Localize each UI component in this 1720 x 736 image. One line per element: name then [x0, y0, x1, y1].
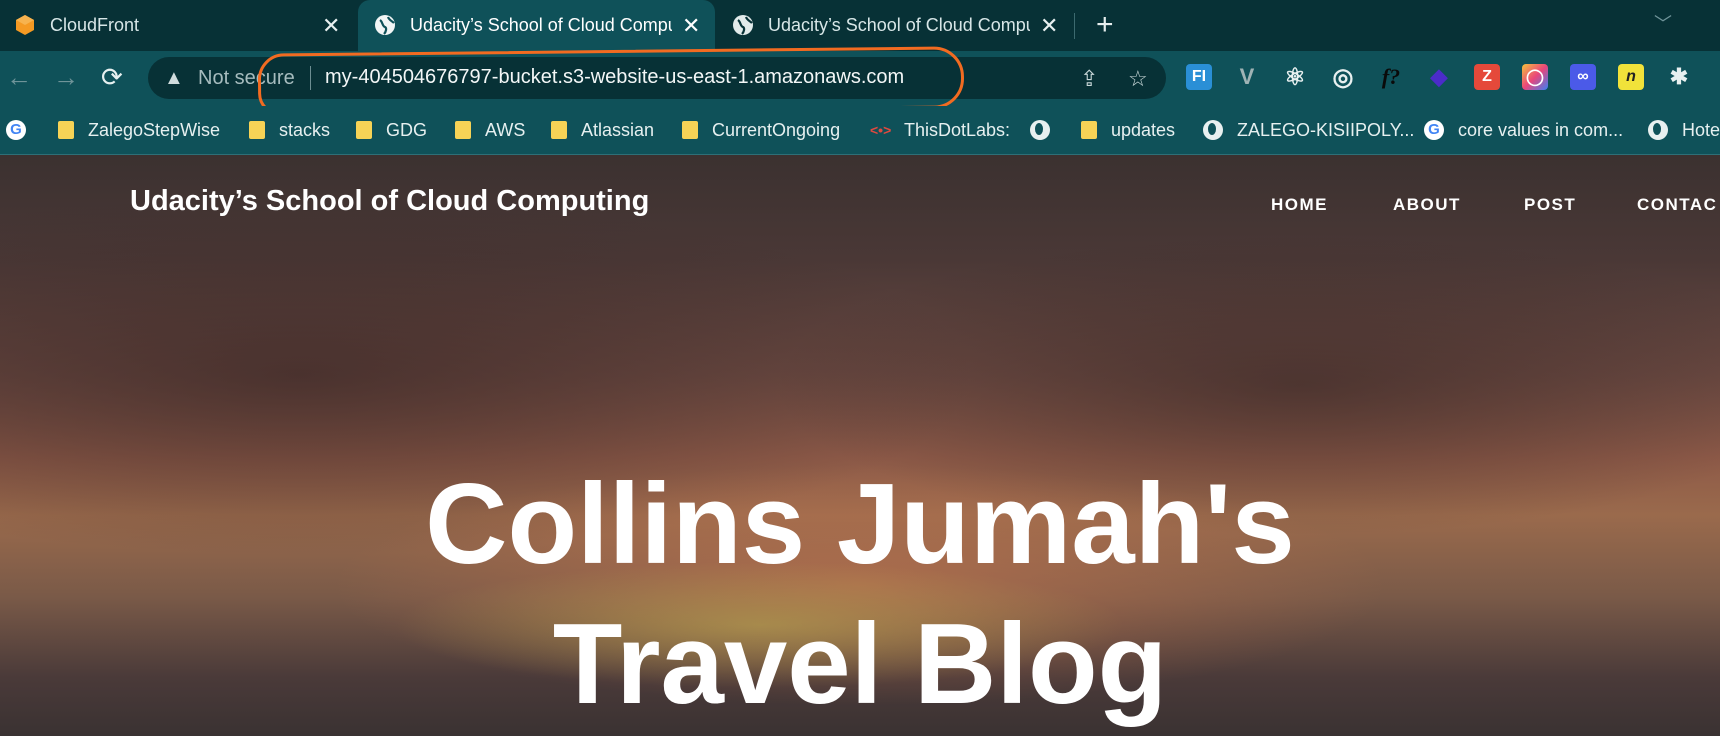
vue-icon[interactable]: V [1234, 64, 1260, 90]
globe-icon [374, 14, 396, 36]
forward-icon[interactable]: → [53, 63, 79, 91]
nav-about[interactable]: ABOUT [1393, 195, 1461, 215]
globe-icon [1203, 120, 1223, 140]
bookmark-label: ZalegoStepWise [88, 119, 221, 140]
aws-cloudfront-icon [14, 14, 36, 36]
tab-separator [1074, 13, 1075, 39]
folder-icon [356, 121, 372, 139]
bookmark-link[interactable]: Hote [1648, 106, 1720, 154]
tab-title: Udacity’s School of Cloud Computing [410, 15, 672, 35]
hero-title-line-2: Travel Blog [552, 601, 1168, 728]
bookmark-folder[interactable]: stacks [249, 106, 330, 154]
folder-icon [1081, 121, 1097, 139]
tab-udacity-active[interactable]: Udacity’s School of Cloud Computing ✕ [358, 0, 715, 51]
bookmark-label: Hote [1682, 119, 1720, 140]
site-brand[interactable]: Udacity’s School of Cloud Computing [130, 185, 649, 218]
hero-title-line-1: Collins Jumah's [425, 461, 1295, 588]
bookmark-label: ThisDotLabs: [904, 119, 1011, 140]
bookmark-label: ZALEGO-KISIIPOLY... [1237, 119, 1415, 140]
globe-icon [1030, 120, 1050, 140]
tab-title: CloudFront [50, 15, 140, 35]
bookmark-star-icon[interactable]: ☆ [1128, 66, 1148, 92]
stack-icon[interactable]: ◆ [1426, 64, 1452, 90]
fi-icon[interactable]: FI [1186, 64, 1212, 90]
tab-title: Udacity’s School of Cloud Computing [768, 15, 1030, 35]
bookmark-label: updates [1111, 119, 1176, 140]
bookmark-folder[interactable]: GDG [356, 106, 427, 154]
chevron-down-icon[interactable]: ﹀ [1654, 10, 1672, 36]
tab-udacity[interactable]: Udacity’s School of Cloud Computing ✕ [718, 0, 1070, 51]
reload-icon[interactable]: ⟳ [101, 63, 123, 91]
google-icon: G [1424, 120, 1444, 140]
globe-icon [1648, 120, 1668, 140]
n-icon[interactable]: n [1618, 64, 1644, 90]
bookmark-link[interactable]: <•> ThisDotLabs: [870, 106, 1010, 154]
back-icon[interactable]: ← [6, 63, 32, 91]
folder-icon [551, 121, 567, 139]
bookmark-label: AWS [485, 119, 526, 140]
bookmark-label: GDG [386, 119, 428, 140]
bookmark-link[interactable] [1030, 106, 1064, 154]
nav-post[interactable]: POST [1524, 195, 1576, 215]
close-icon[interactable]: ✕ [322, 13, 340, 39]
nav-contact[interactable]: CONTAC [1637, 195, 1717, 215]
link-icon[interactable]: ∞ [1570, 64, 1596, 90]
bookmark-folder[interactable]: CurrentOngoing [682, 106, 840, 154]
fx-icon[interactable]: f? [1378, 64, 1404, 90]
bookmark-label: stacks [279, 119, 331, 140]
globe-icon [732, 14, 754, 36]
bookmark-label: Atlassian [581, 119, 655, 140]
google-icon: G [6, 120, 26, 140]
folder-icon [249, 121, 265, 139]
puzzle-icon[interactable]: ✱ [1666, 64, 1692, 90]
bookmark-label: CurrentOngoing [712, 119, 841, 140]
close-icon[interactable]: ✕ [682, 13, 700, 39]
bookmark-label: core values in com... [1458, 119, 1624, 140]
nav-home[interactable]: HOME [1271, 195, 1328, 215]
colorpick-icon[interactable]: ◯ [1522, 64, 1548, 90]
folder-icon [455, 121, 471, 139]
bookmark-google[interactable]: G [6, 106, 40, 154]
bookmark-folder[interactable]: updates [1081, 106, 1175, 154]
bookmark-link[interactable]: ZALEGO-KISIIPOLY... [1203, 106, 1414, 154]
folder-icon [682, 121, 698, 139]
bookmark-folder[interactable]: AWS [455, 106, 525, 154]
tab-cloudfront[interactable]: CloudFront ✕ [0, 0, 355, 51]
share-icon[interactable]: ⇪ [1080, 66, 1098, 92]
new-tab-button[interactable]: + [1096, 10, 1114, 40]
target-icon[interactable]: ◎ [1330, 64, 1356, 91]
react-icon[interactable]: ⚛ [1282, 64, 1308, 91]
folder-icon [58, 121, 74, 139]
hero-section: Udacity’s School of Cloud Computing HOME… [0, 155, 1720, 736]
close-icon[interactable]: ✕ [1040, 13, 1058, 39]
warning-icon[interactable]: ▲ [164, 67, 184, 90]
bookmark-folder[interactable]: Atlassian [551, 106, 654, 154]
bookmark-link[interactable]: Gcore values in com... [1424, 106, 1623, 154]
zotero-icon[interactable]: Z [1474, 64, 1500, 90]
bookmark-folder[interactable]: ZalegoStepWise [58, 106, 220, 154]
thisdotlabs-icon: <•> [870, 122, 892, 138]
